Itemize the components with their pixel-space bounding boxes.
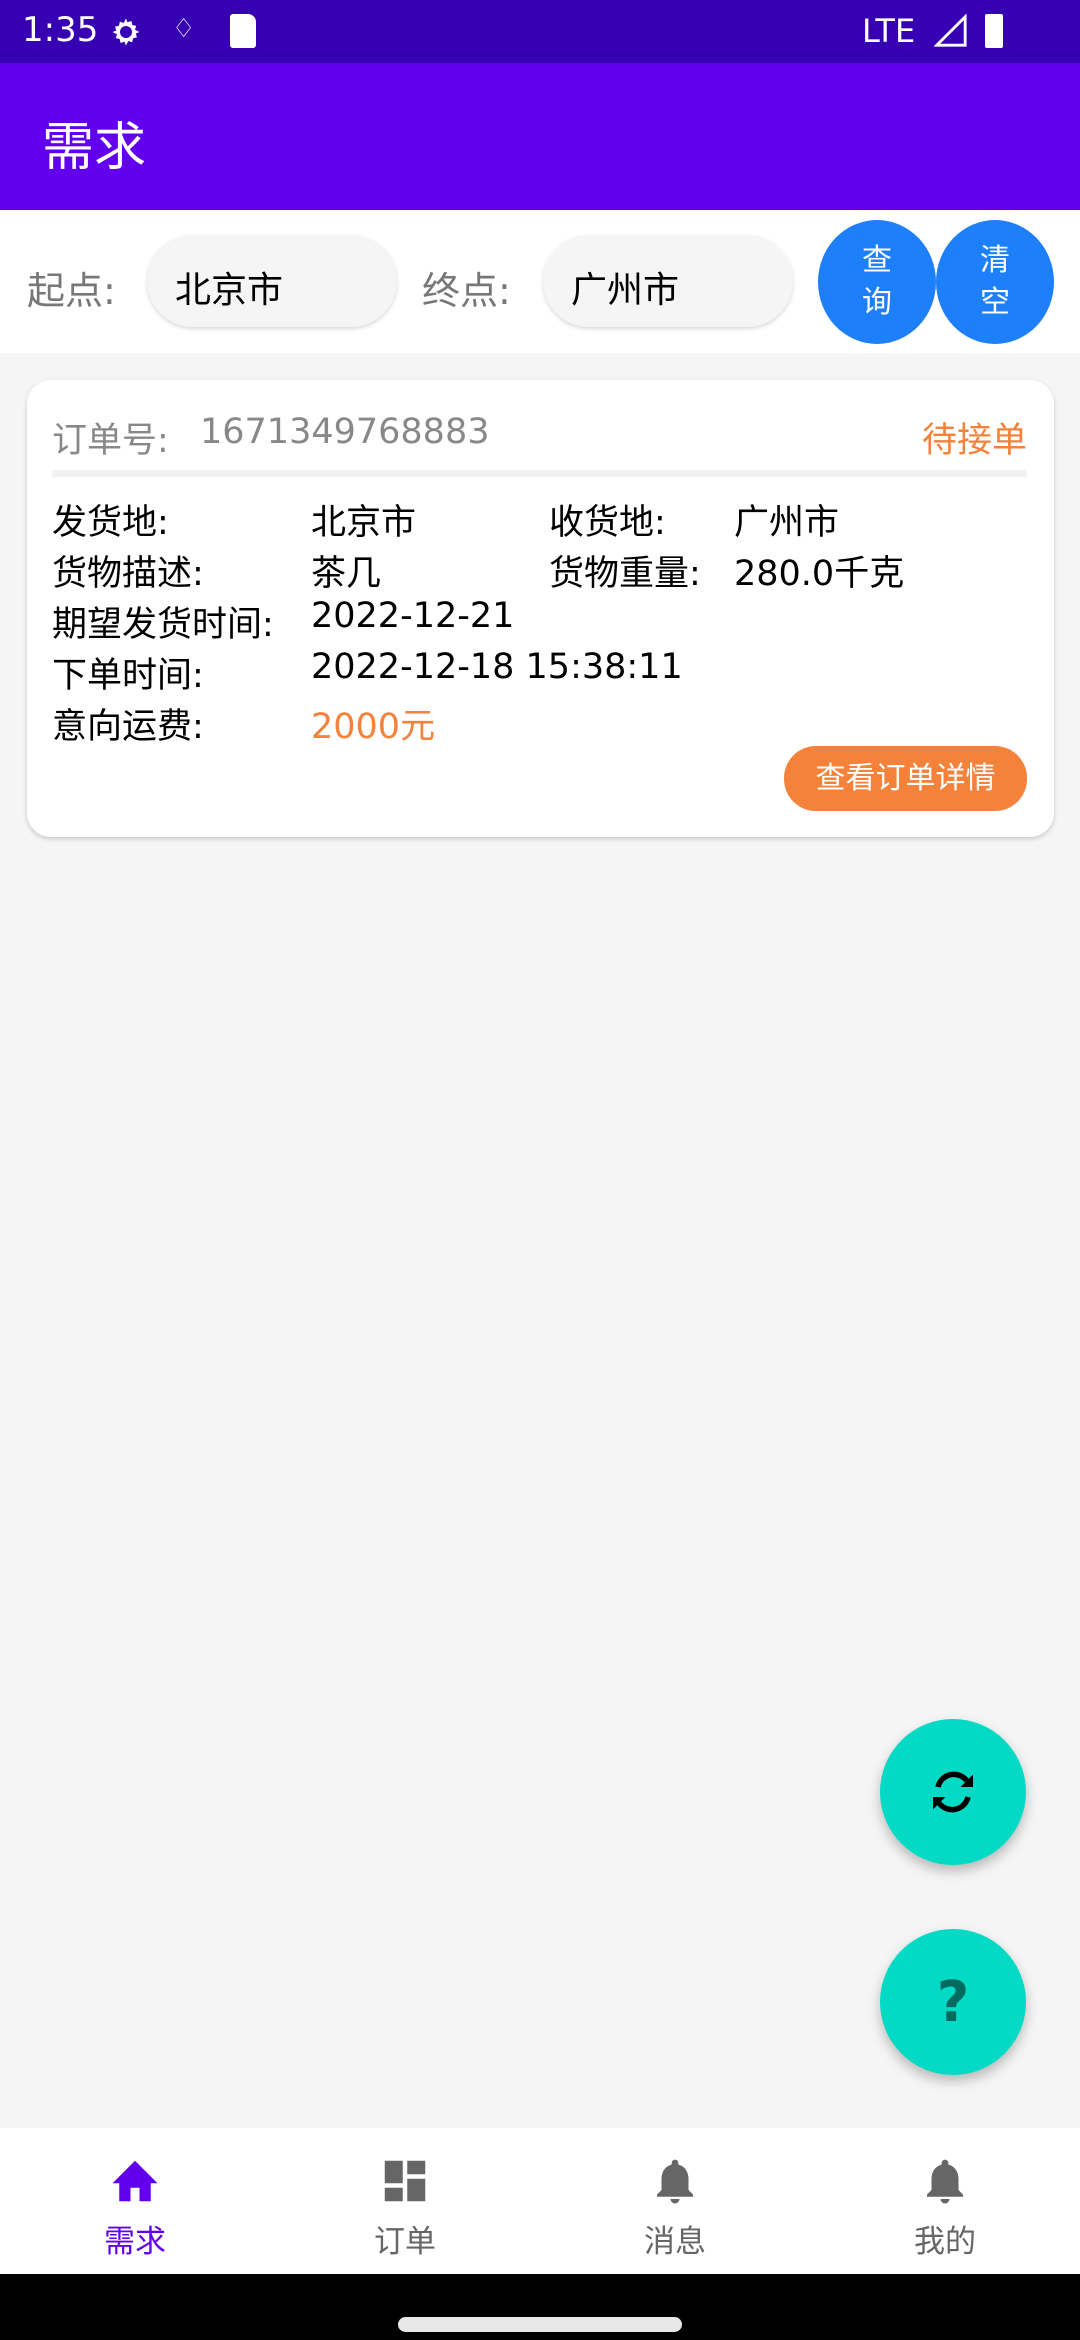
bottom-nav: 需求 订单 消息 我的: [0, 2128, 1080, 2274]
tab-label: 需求: [104, 2224, 166, 2260]
refresh-button[interactable]: [880, 1719, 1026, 1865]
tab-demand[interactable]: 需求: [0, 2128, 270, 2274]
destination-label: 终点:: [422, 269, 511, 313]
status-time: 1:35: [22, 10, 99, 50]
signal-icon: [934, 14, 967, 47]
app-bar: 需求: [0, 63, 1080, 210]
order-number-label: 订单号:: [52, 421, 169, 461]
ship-from: 北京市: [311, 503, 417, 543]
weight: 280.0千克: [734, 554, 905, 594]
bell-icon: [657, 2159, 693, 2204]
clear-label: 清空: [980, 243, 1010, 320]
expected-label: 期望发货时间:: [52, 605, 274, 645]
origin-input[interactable]: 北京市: [147, 235, 397, 327]
view-detail-button[interactable]: 查看订单详情: [784, 746, 1027, 811]
fee: 2000元: [311, 707, 436, 747]
location-icon: ♢: [172, 14, 196, 44]
status-bar: 1:35 ♢ LTE: [0, 0, 1080, 63]
goods-label: 货物描述:: [52, 554, 204, 594]
help-button[interactable]: ?: [880, 1929, 1026, 2075]
created-time: 2022-12-18 15:38:11: [311, 647, 683, 687]
origin-label: 起点:: [27, 269, 116, 313]
goods: 茶几: [311, 554, 382, 594]
search-bar: 起点: 北京市 终点: 广州市 查询 清空: [0, 210, 1080, 353]
tab-mine[interactable]: 我的: [810, 2128, 1080, 2274]
expected-date: 2022-12-21: [311, 596, 515, 636]
bell-icon: [927, 2159, 963, 2204]
query-button[interactable]: 查询: [818, 220, 936, 344]
created-label: 下单时间:: [52, 656, 204, 696]
battery-icon: [985, 14, 1003, 48]
home-gesture-handle[interactable]: [398, 2317, 682, 2332]
dashboard-icon: [384, 2160, 426, 2202]
tab-messages[interactable]: 消息: [540, 2128, 810, 2274]
network-type: LTE: [862, 12, 916, 50]
home-icon: [112, 2160, 158, 2202]
divider: [52, 470, 1027, 477]
order-number: 1671349768883: [200, 412, 490, 452]
tab-label: 我的: [914, 2224, 976, 2260]
tab-label: 订单: [374, 2224, 436, 2260]
order-card: 订单号: 1671349768883 待接单 发货地: 北京市 收货地: 广州市…: [27, 380, 1054, 837]
ship-from-label: 发货地:: [52, 503, 169, 543]
fee-label: 意向运费:: [52, 707, 204, 747]
weight-label: 货物重量:: [549, 554, 701, 594]
clear-button[interactable]: 清空: [936, 220, 1054, 344]
status-badge: 待接单: [921, 421, 1027, 461]
destination-input[interactable]: 广州市: [543, 235, 793, 327]
help-icon: ?: [936, 1969, 970, 2035]
tab-label: 消息: [644, 2224, 706, 2260]
query-label: 查询: [862, 243, 892, 320]
page-title: 需求: [42, 118, 147, 178]
settings-icon: [112, 18, 140, 46]
refresh-icon: [933, 1771, 973, 1813]
system-nav-bar: [0, 2274, 1080, 2340]
tab-orders[interactable]: 订单: [270, 2128, 540, 2274]
ship-to: 广州市: [734, 503, 840, 543]
ship-to-label: 收货地:: [549, 503, 666, 543]
sd-card-icon: [230, 14, 256, 48]
